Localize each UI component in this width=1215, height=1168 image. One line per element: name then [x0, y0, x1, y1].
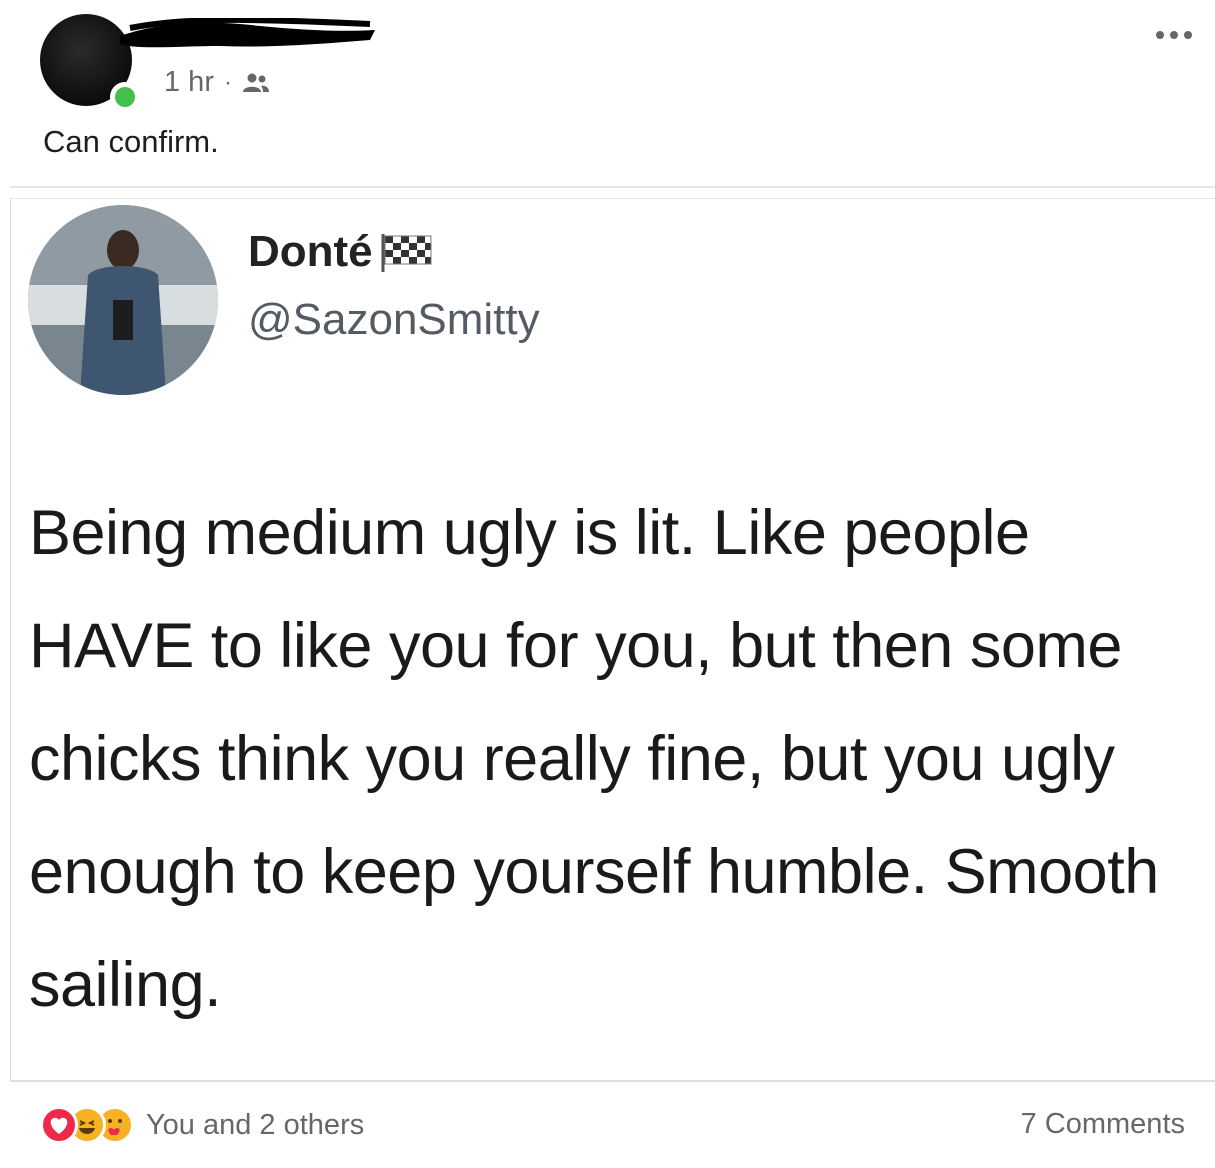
- friends-icon: [242, 73, 269, 92]
- online-status-dot: [110, 82, 140, 112]
- footer-divider: [10, 1080, 1215, 1082]
- tweet-display-name: Donté: [248, 227, 373, 276]
- comments-count-link[interactable]: 7 Comments: [1021, 1108, 1185, 1141]
- tweet-handle: @SazonSmitty: [248, 295, 540, 344]
- redacted-name-scribble: [120, 18, 375, 48]
- tweet-body-text: Being medium ugly is lit. Like people HA…: [29, 498, 1159, 1020]
- reactions-summary[interactable]: You and 2 others: [40, 1106, 364, 1144]
- meta-separator: ·: [223, 68, 232, 96]
- post-caption: Can confirm.: [43, 124, 219, 159]
- tweet-avatar: [28, 205, 218, 395]
- tweet-name-row: Donté: [248, 227, 433, 277]
- checkered-flag-icon: [381, 234, 432, 272]
- post-header: 1 hr ·: [0, 0, 1215, 112]
- more-dots-icon[interactable]: [1156, 26, 1196, 44]
- reactions-text[interactable]: You and 2 others: [146, 1109, 364, 1142]
- love-icon: [40, 1106, 78, 1144]
- divider: [10, 186, 1215, 188]
- post-time[interactable]: 1 hr: [164, 66, 214, 99]
- shared-tweet-image[interactable]: Donté @SazonSmitty Being medium ugly is …: [10, 198, 1215, 1082]
- post-meta: 1 hr ·: [164, 66, 270, 99]
